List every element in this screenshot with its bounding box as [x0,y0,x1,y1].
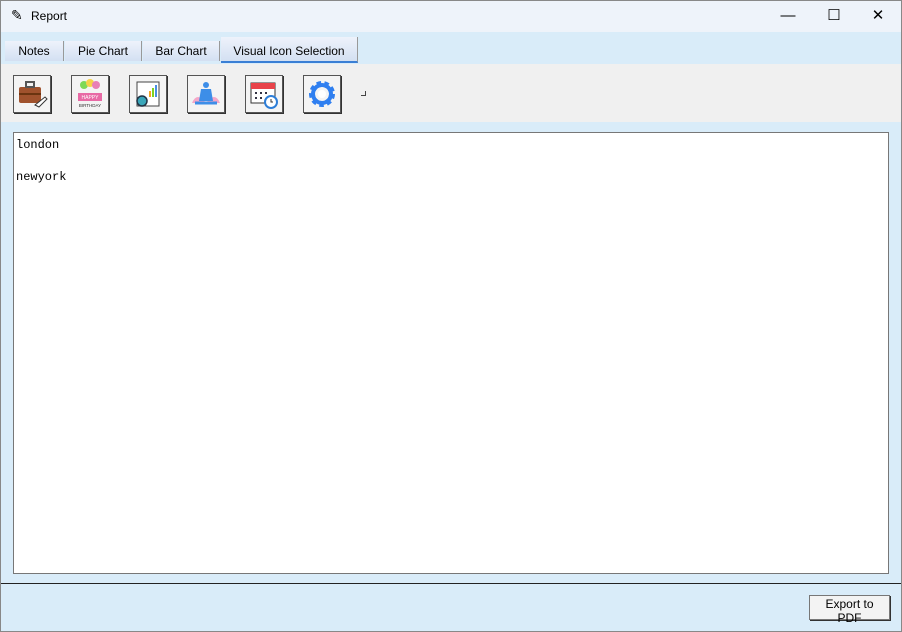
close-button[interactable]: ✕ [855,5,901,27]
tab-pie-chart[interactable]: Pie Chart [65,41,142,61]
export-to-pdf-button[interactable]: Export to PDF [809,595,890,620]
title-bar: ✎ Report — ☐ ✕ [1,1,901,32]
tab-visual-icon-selection[interactable]: Visual Icon Selection [221,37,358,63]
gear-icon[interactable] [303,75,341,113]
briefcase-travel-icon[interactable] [13,75,51,113]
notes-line: newyork [16,169,886,185]
divider [1,583,901,584]
feather-icon: ✎ [11,7,23,24]
icon-toolbar: HAPPY BIRTHDAY [1,64,901,122]
notes-line [16,153,886,169]
notes-text-area[interactable]: london newyork [13,132,889,574]
tab-bar: Notes Pie Chart Bar Chart Visual Icon Se… [1,32,901,63]
report-settings-icon[interactable] [129,75,167,113]
svg-text:BIRTHDAY: BIRTHDAY [79,103,101,108]
svg-text:HAPPY: HAPPY [82,95,100,101]
tab-bar-chart[interactable]: Bar Chart [143,41,220,61]
tab-notes[interactable]: Notes [5,41,64,61]
window-title: Report [31,9,67,23]
maximize-button[interactable]: ☐ [811,5,857,27]
resize-grip [361,91,366,96]
happy-birthday-icon[interactable]: HAPPY BIRTHDAY [71,75,109,113]
notes-line: london [16,137,886,153]
calendar-clock-icon[interactable] [245,75,283,113]
report-window: ✎ Report — ☐ ✕ Notes Pie Chart Bar Chart… [0,0,902,632]
meditation-icon[interactable] [187,75,225,113]
minimize-button[interactable]: — [765,5,811,27]
